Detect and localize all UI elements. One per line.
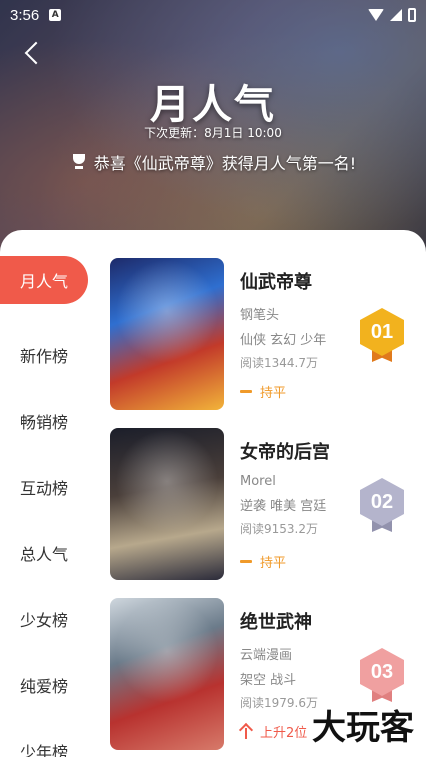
comic-tags: 逆袭 唯美 宫廷 bbox=[240, 499, 327, 514]
cover-highlight bbox=[110, 598, 224, 750]
ranking-sidebar: 月人气 新作榜 畅销榜 互动榜 总人气 少女榜 纯爱榜 少年榜 bbox=[0, 256, 100, 757]
trend-indicator: 持平 bbox=[240, 552, 286, 571]
comic-cover[interactable] bbox=[110, 598, 224, 750]
sidebar-item-total-popular[interactable]: 总人气 bbox=[0, 520, 100, 586]
page-title: 月人气 bbox=[150, 82, 276, 128]
comic-cover[interactable] bbox=[110, 428, 224, 580]
congrats-text: 恭喜《仙武帝尊》获得月人气第一名! bbox=[93, 154, 357, 173]
watermark-logo: 大玩客 bbox=[312, 708, 414, 748]
rank-number: 01 bbox=[370, 320, 394, 343]
sidebar-item-monthly-popular[interactable]: 月人气 bbox=[0, 256, 88, 304]
comic-info: 女帝的后宫 Morel 逆袭 唯美 宫廷 阅读9153.2万 bbox=[240, 438, 370, 537]
trend-text: 上升2位 bbox=[260, 726, 308, 741]
comic-title[interactable]: 仙武帝尊 bbox=[240, 268, 370, 294]
comic-author: 钢笔头 bbox=[240, 308, 280, 323]
comic-author: 云端漫画 bbox=[240, 648, 293, 663]
trend-indicator: 上升2位 bbox=[240, 722, 307, 741]
back-button[interactable] bbox=[22, 40, 46, 66]
rank-number: 02 bbox=[370, 490, 394, 513]
trend-flat-icon bbox=[240, 390, 252, 393]
status-time: 3:56 bbox=[10, 6, 40, 24]
sidebar-item-new-works[interactable]: 新作榜 bbox=[0, 322, 100, 388]
trend-text: 持平 bbox=[260, 386, 287, 401]
congrats-banner: 恭喜《仙武帝尊》获得月人气第一名! bbox=[0, 150, 426, 174]
comic-author: Morel bbox=[240, 474, 276, 489]
rank-badge-gold: 01 bbox=[360, 308, 404, 362]
ranking-panel: 月人气 新作榜 畅销榜 互动榜 总人气 少女榜 纯爱榜 少年榜 仙武帝尊 钢笔头… bbox=[0, 230, 426, 757]
next-update-text: 下次更新：8月1日 10:00 bbox=[144, 126, 282, 140]
comic-reads: 阅读1344.7万 bbox=[240, 356, 318, 370]
comic-title[interactable]: 女帝的后宫 bbox=[240, 438, 370, 464]
rank-badge-bronze: 03 bbox=[360, 648, 404, 702]
comic-info: 仙武帝尊 钢笔头 仙侠 玄幻 少年 阅读1344.7万 bbox=[240, 268, 370, 371]
sidebar-item-shoujo[interactable]: 少女榜 bbox=[0, 586, 100, 652]
hero-banner: 3:56 A 月人气 下次更新：8月1日 10:00 恭喜《仙武帝尊》获得月人气… bbox=[0, 0, 426, 260]
ranking-card[interactable]: 女帝的后宫 Morel 逆袭 唯美 宫廷 阅读9153.2万 持平 02 bbox=[110, 428, 426, 598]
trend-flat-icon bbox=[240, 560, 252, 563]
sidebar-item-pure-love[interactable]: 纯爱榜 bbox=[0, 652, 100, 718]
sidebar-item-interaction[interactable]: 互动榜 bbox=[0, 454, 100, 520]
comic-tags: 仙侠 玄幻 少年 bbox=[240, 333, 327, 348]
comic-tags: 架空 战斗 bbox=[240, 673, 297, 688]
sidebar-item-shounen[interactable]: 少年榜 bbox=[0, 718, 100, 757]
cover-highlight bbox=[110, 428, 224, 580]
rank-badge-silver: 02 bbox=[360, 478, 404, 532]
status-icons bbox=[368, 8, 416, 22]
ranking-list: 仙武帝尊 钢笔头 仙侠 玄幻 少年 阅读1344.7万 持平 01 女帝的后宫 … bbox=[110, 258, 426, 757]
app-notification-icon: A bbox=[49, 9, 62, 21]
status-bar: 3:56 A bbox=[0, 0, 426, 30]
comic-cover[interactable] bbox=[110, 258, 224, 410]
trophy-icon bbox=[70, 153, 88, 171]
rank-number: 03 bbox=[370, 660, 394, 683]
signal-icon bbox=[390, 9, 402, 21]
comic-title[interactable]: 绝世武神 bbox=[240, 608, 370, 634]
wifi-icon bbox=[368, 9, 384, 21]
cover-highlight bbox=[110, 258, 224, 410]
sidebar-item-bestseller[interactable]: 畅销榜 bbox=[0, 388, 100, 454]
comic-info: 绝世武神 云端漫画 架空 战斗 阅读1979.6万 bbox=[240, 608, 370, 711]
trend-text: 持平 bbox=[260, 556, 287, 571]
comic-reads: 阅读9153.2万 bbox=[240, 522, 318, 536]
ranking-card[interactable]: 仙武帝尊 钢笔头 仙侠 玄幻 少年 阅读1344.7万 持平 01 bbox=[110, 258, 426, 428]
trend-up-arrow-icon bbox=[240, 725, 252, 739]
trend-indicator: 持平 bbox=[240, 382, 286, 401]
battery-icon bbox=[408, 8, 416, 22]
